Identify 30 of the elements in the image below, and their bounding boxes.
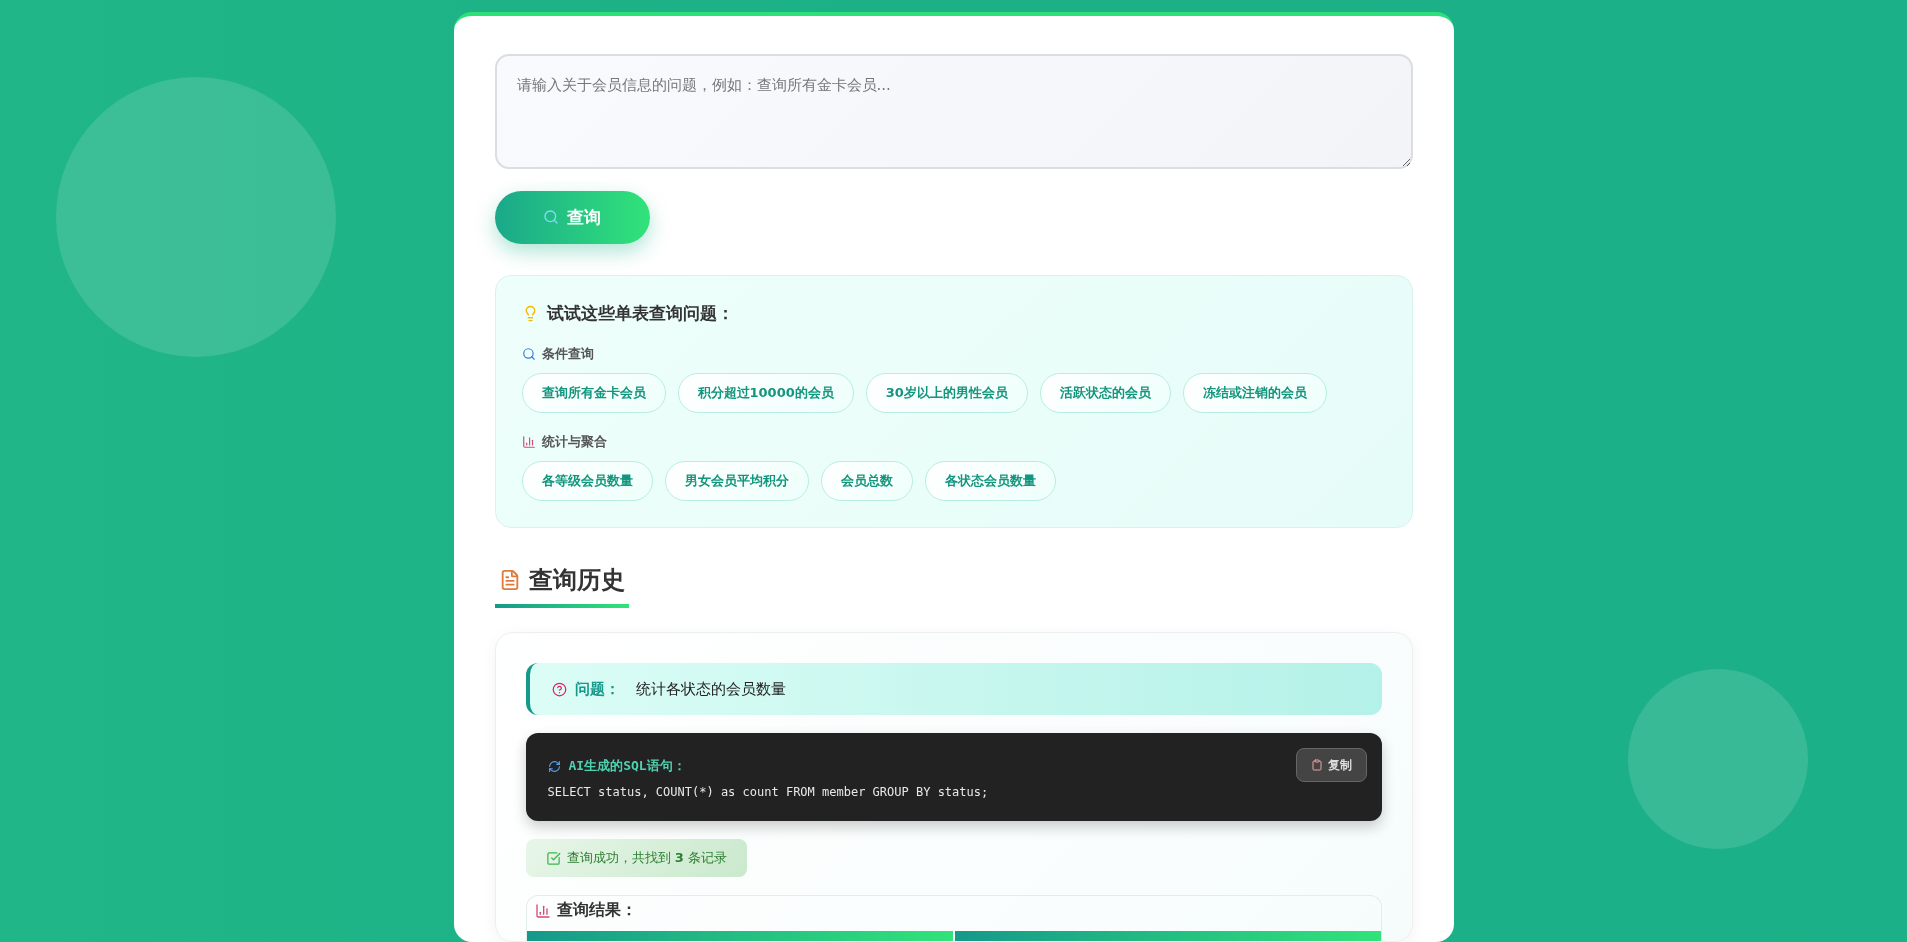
copy-button[interactable]: 复制 — [1295, 748, 1367, 782]
bar-chart-icon — [521, 435, 536, 449]
status-message: 查询成功，共找到 3 条记录 — [566, 849, 727, 867]
search-icon — [543, 209, 559, 226]
search-icon — [521, 347, 536, 361]
suggestion-chip[interactable]: 会员总数 — [820, 461, 913, 501]
group-label: 统计与聚合 — [541, 433, 607, 451]
suggestion-chip[interactable]: 查询所有金卡会员 — [521, 373, 666, 413]
suggestion-chip[interactable]: 各状态会员数量 — [924, 461, 1056, 501]
clipboard-icon — [1310, 759, 1323, 771]
checkbox-icon — [545, 850, 561, 866]
suggestion-chip[interactable]: 30岁以上的男性会员 — [865, 373, 1028, 413]
question-label: 问题： — [574, 679, 620, 699]
suggestion-chip[interactable]: 冻结或注销的会员 — [1182, 373, 1327, 413]
suggestion-chip[interactable]: 积分超过10000的会员 — [677, 373, 854, 413]
bar-chart-icon — [534, 902, 551, 919]
refresh-icon — [547, 759, 561, 773]
question-input[interactable]: 请输入关于会员信息的问题，例如：查询所有金卡会员... — [494, 54, 1413, 169]
sql-title: AI生成的SQL语句： — [568, 757, 686, 775]
history-title: 查询历史 — [494, 564, 629, 608]
suggestions-title: 试试这些单表查询问题： — [546, 302, 734, 325]
group-label: 条件查询 — [541, 345, 594, 363]
question-icon — [551, 681, 567, 697]
suggestion-chip[interactable]: 男女会员平均积分 — [664, 461, 809, 501]
query-button[interactable]: 查询 — [494, 190, 650, 244]
sql-code: SELECT status, COUNT(*) as count FROM member GROUP BY status; — [547, 785, 990, 799]
result-title: 查询结果： — [556, 900, 637, 921]
question-text: 统计各状态的会员数量 — [635, 679, 786, 699]
suggestion-chip[interactable]: 各等级会员数量 — [521, 461, 653, 501]
suggestion-chip[interactable]: 活跃状态的会员 — [1039, 373, 1171, 413]
